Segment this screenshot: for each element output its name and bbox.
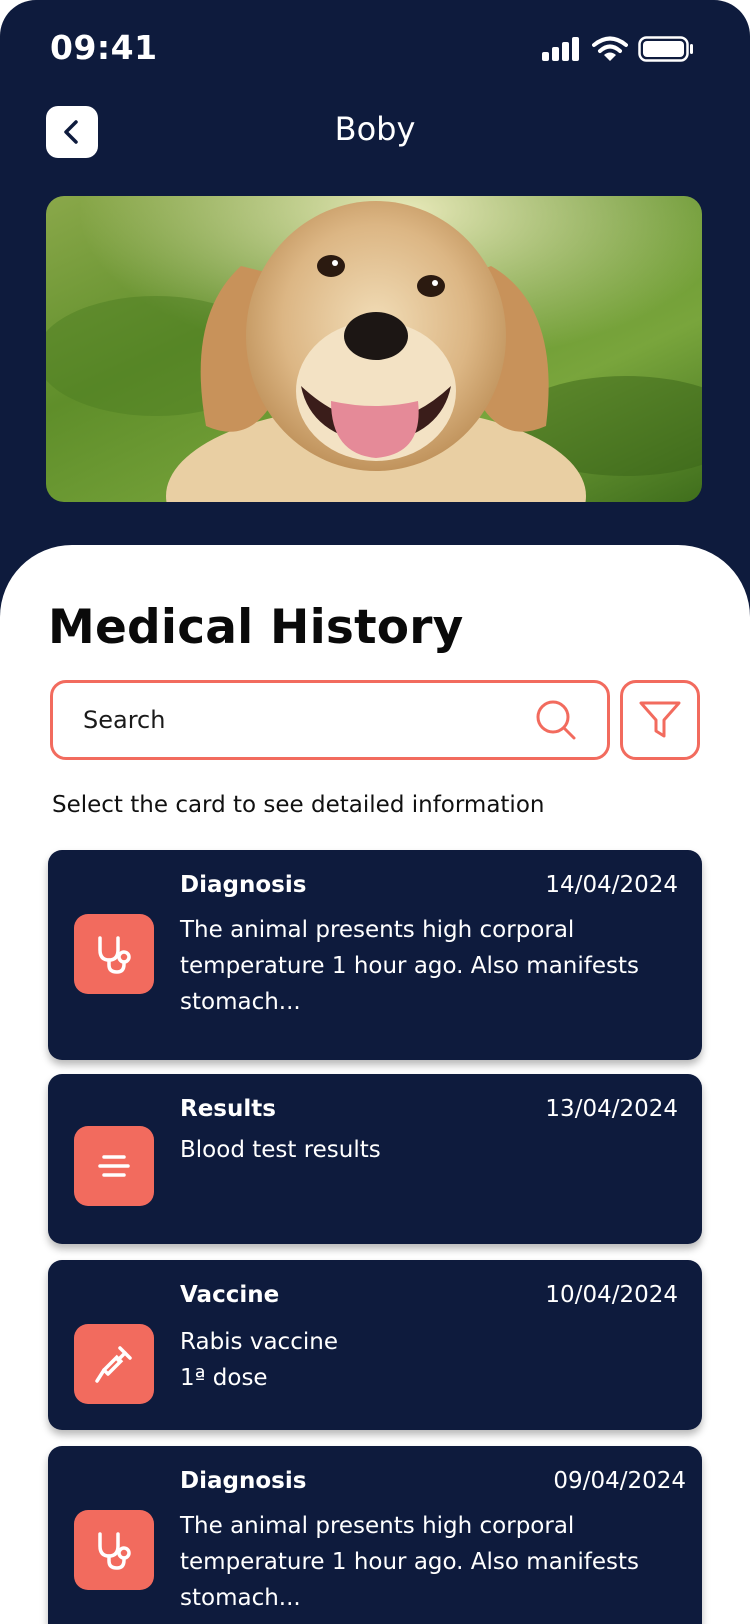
record-date: 13/04/2024 [545, 1096, 678, 1122]
record-type: Results [180, 1096, 276, 1122]
signal-icon [542, 37, 579, 61]
syringe-icon [95, 1346, 132, 1383]
record-date: 14/04/2024 [545, 872, 678, 898]
section-title: Medical History [48, 600, 464, 655]
filter-icon [639, 701, 681, 738]
record-icon-box [74, 914, 154, 994]
wifi-icon [592, 36, 628, 61]
record-date: 10/04/2024 [545, 1282, 678, 1308]
record-card[interactable]: Vaccine 10/04/2024 Rabis vaccine 1ª dose [48, 1260, 702, 1430]
record-icon-box [74, 1126, 154, 1206]
record-card[interactable]: Results 13/04/2024 Blood test results [48, 1074, 702, 1244]
status-time: 09:41 [50, 28, 158, 67]
record-description: The animal presents high corporal temper… [180, 917, 639, 1015]
record-description: Rabis vaccine 1ª dose [180, 1329, 338, 1391]
record-date: 09/04/2024 [553, 1468, 686, 1494]
search-input[interactable] [83, 706, 535, 734]
search-icon[interactable] [535, 699, 577, 741]
pet-photo [46, 196, 702, 502]
record-icon-box [74, 1324, 154, 1404]
record-type: Vaccine [180, 1282, 280, 1308]
status-icons [542, 36, 694, 62]
page-title: Boby [334, 110, 416, 148]
record-description: Blood test results [180, 1137, 381, 1163]
stethoscope-icon [98, 1532, 131, 1570]
record-icon-box [74, 1510, 154, 1590]
stethoscope-icon [98, 936, 131, 974]
record-type: Diagnosis [180, 872, 307, 898]
record-description: The animal presents high corporal temper… [180, 1513, 639, 1611]
filter-button[interactable] [620, 680, 700, 760]
search-bar[interactable] [50, 680, 610, 760]
hint-text: Select the card to see detailed informat… [52, 792, 545, 818]
record-type: Diagnosis [180, 1468, 307, 1494]
record-card[interactable]: Diagnosis 14/04/2024 The animal presents… [48, 850, 702, 1060]
record-card[interactable]: Diagnosis 09/04/2024 The animal presents… [48, 1446, 702, 1624]
battery-icon [638, 36, 693, 62]
lines-icon [98, 1155, 130, 1177]
